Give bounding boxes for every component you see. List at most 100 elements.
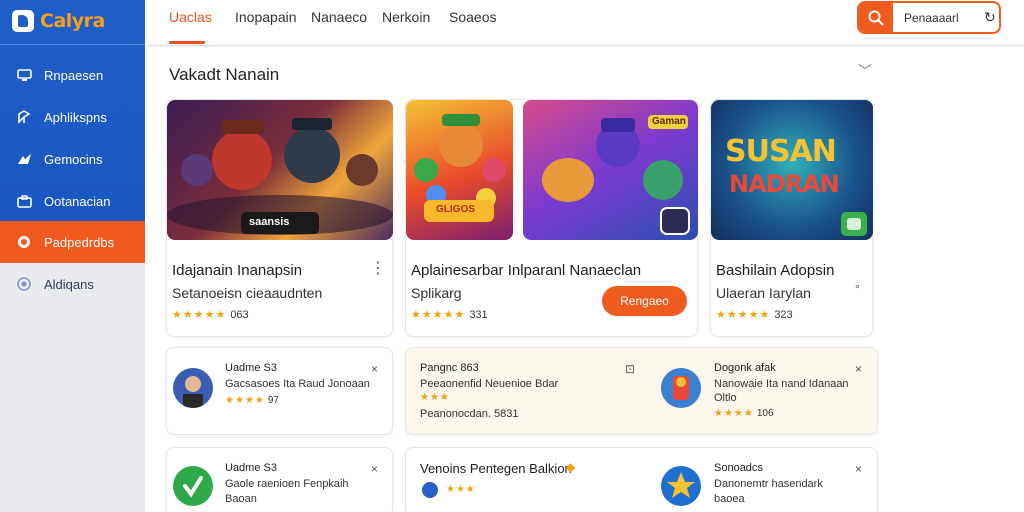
sidebar: Calyra Rnpaesen Aphlikspns Gemocins Oota…	[0, 0, 145, 512]
stars-icon: ★★★	[446, 484, 476, 495]
item-meta: Baoan	[225, 493, 257, 505]
rating-value: 323	[774, 309, 793, 321]
item-name: Pangnc 863	[420, 362, 479, 374]
chevron-down-icon[interactable]: ﹀	[858, 61, 872, 81]
app-subtitle: Setanoeisn cieaaudnten	[172, 285, 323, 301]
item-description: Gaole raenioen Fenpkaih	[225, 478, 349, 490]
sidebar-item-aphlikspns[interactable]: Aphlikspns	[0, 96, 145, 138]
app-thumbnail: GLIGOS	[406, 100, 513, 240]
search-input[interactable]	[904, 10, 982, 25]
sidebar-item-gemocins[interactable]: Gemocins	[0, 138, 145, 180]
apps-icon	[16, 109, 32, 125]
item-description: Gacsasoes Ita Raud Jonoaan	[225, 378, 370, 390]
search-icon	[868, 10, 884, 25]
tab-soaeos[interactable]: Soaeos	[449, 9, 496, 25]
rating-value: 97	[267, 395, 279, 406]
info-icon[interactable]: °	[855, 282, 860, 296]
logo-icon	[422, 482, 438, 498]
close-icon[interactable]: ×	[371, 362, 378, 376]
stars-icon: ★★★★★	[716, 309, 771, 321]
stars-icon: ★★★★	[714, 408, 754, 419]
sidebar-item-label: Aldiqans	[44, 276, 94, 292]
app-title: Idajanain Inanapsin	[172, 262, 303, 279]
thumbnail-title: SUSAN	[725, 134, 837, 169]
item-description: Danonemtr hasendark	[714, 478, 823, 490]
featured-app-card[interactable]: GLIGOS Gaman Aplainesarbar Inlparanl Nan…	[405, 99, 698, 337]
rating-stars: ★★★★ 97	[225, 395, 279, 406]
rating-value: 063	[230, 309, 249, 321]
save-icon[interactable]: ⊡	[625, 362, 635, 376]
sidebar-item-label: Padpedrdbs	[44, 234, 115, 250]
sidebar-item-aldiqans[interactable]: Aldiqans	[0, 263, 145, 305]
sidebar-item-label: Aphlikspns	[44, 109, 107, 125]
top-navigation-bar: Uaclas Inopapain Nanaeco Nerkoin Soaeos …	[145, 0, 1024, 46]
list-item[interactable]: Uadme S3 × Gaole raenioen Fenpkaih Baoan	[166, 447, 393, 512]
item-description: Nanowaie Ita nand Idanaan	[714, 378, 849, 390]
sidebar-item-label: Rnpaesen	[44, 67, 104, 83]
app-subtitle: Splikarg	[411, 285, 462, 301]
badge-icon: ◆	[566, 460, 576, 474]
avatar	[661, 368, 701, 408]
stars-icon: ★★★★★	[411, 309, 466, 321]
refresh-icon[interactable]: ↻	[984, 9, 996, 26]
featured-app-card[interactable]: saansis Idajanain Inanapsin ⋮ Setanoeisn…	[166, 99, 393, 337]
avatar	[173, 466, 213, 506]
stars-icon: ★★★★★	[172, 309, 227, 321]
item-name: Sonoadcs	[714, 462, 763, 474]
briefcase-icon	[16, 193, 32, 209]
item-name: Uadme S3	[225, 362, 277, 374]
app-thumbnail: saansis	[167, 100, 393, 240]
gamepad-icon	[16, 151, 32, 167]
item-name: Dogonk afak	[714, 362, 776, 374]
sidebar-item-ootanacian[interactable]: Ootanacian	[0, 180, 145, 222]
rating-value: 106	[756, 408, 774, 419]
install-button[interactable]: Rengaeo	[602, 286, 687, 316]
avatar	[661, 466, 701, 506]
list-item[interactable]: Pangnc 863 ⊡ Peeaonenfid Neuenioe Bdar ★…	[405, 347, 878, 435]
list-item[interactable]: Venoins Pentegen Balkion ◆ ★★★ Sonoadcs …	[405, 447, 878, 512]
thumbnail-caption: GLIGOS	[436, 204, 475, 215]
tab-uaclas[interactable]: Uaclas	[169, 9, 212, 25]
logo-icon	[12, 10, 34, 32]
search-box: ↻	[857, 1, 1001, 34]
sidebar-item-rnpaesen[interactable]: Rnpaesen	[0, 54, 145, 96]
sidebar-item-label: Ootanacian	[44, 193, 111, 209]
search-button[interactable]	[859, 3, 893, 32]
rating-stars: ★★★★★ 331	[411, 308, 488, 321]
close-icon[interactable]: ×	[371, 462, 378, 476]
right-margin	[890, 47, 1024, 512]
item-meta: Oltlo	[714, 392, 737, 404]
rating-stars: ★★★★★ 323	[716, 308, 793, 321]
rating-stars: ★★★★★ 063	[172, 308, 249, 321]
tab-nerkoin[interactable]: Nerkoin	[382, 9, 430, 25]
tab-nanaeco[interactable]: Nanaeco	[311, 9, 367, 25]
app-title: Aplainesarbar Inlparanl Nanaeclan	[411, 262, 642, 279]
close-icon[interactable]: ×	[855, 462, 862, 476]
item-title: Venoins Pentegen Balkion	[420, 461, 572, 476]
stars-icon: ★★★★	[225, 395, 265, 406]
monitor-icon	[16, 67, 32, 83]
list-item[interactable]: Uadme S3 × Gacsasoes Ita Raud Jonoaan ★★…	[166, 347, 393, 435]
featured-app-card[interactable]: SUSAN NADRAN Bashilain Adopsin Ulaeran I…	[710, 99, 873, 337]
section-title: Vakadt Nanain	[169, 65, 280, 84]
thumbnail-caption: saansis	[249, 216, 290, 228]
more-options-icon[interactable]: ⋮	[370, 258, 386, 278]
sidebar-item-padpedrdbs[interactable]: Padpedrdbs	[0, 221, 145, 263]
main-content: Vakadt Nanain ﹀ saansis Idajanain Inanap…	[145, 47, 890, 512]
globe-icon	[16, 276, 32, 292]
rating-stars: ★★★★ 106	[714, 408, 774, 419]
active-tab-indicator	[169, 41, 205, 44]
close-icon[interactable]: ×	[855, 362, 862, 376]
app-name: Calyra	[40, 10, 105, 32]
app-subtitle: Ulaeran Iarylan	[716, 285, 811, 301]
item-description: Peeaonenfid Neuenioe Bdar	[420, 378, 559, 390]
thumbnail-subtitle: NADRAN	[729, 170, 840, 198]
app-thumbnail: Gaman	[523, 100, 698, 240]
app-title: Bashilain Adopsin	[716, 262, 835, 279]
tab-inopapain[interactable]: Inopapain	[235, 9, 297, 25]
app-logo[interactable]: Calyra	[12, 6, 105, 36]
thumbnail-caption: Gaman	[652, 116, 686, 127]
sidebar-item-label: Gemocins	[44, 151, 103, 167]
rating-value: 331	[469, 309, 488, 321]
stars-icon: ★★★	[420, 392, 450, 403]
